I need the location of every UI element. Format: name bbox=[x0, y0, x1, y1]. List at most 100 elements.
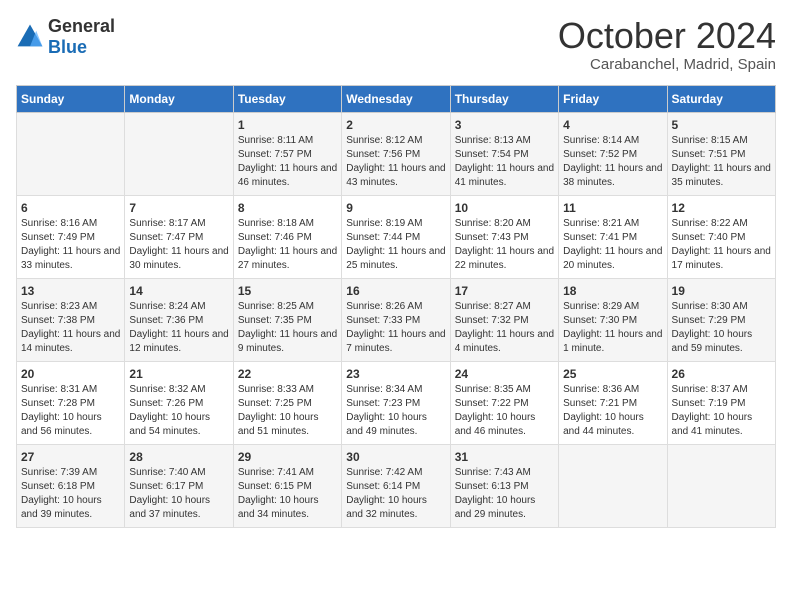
calendar-cell: 16 Sunrise: 8:26 AM Sunset: 7:33 PM Dayli… bbox=[342, 278, 450, 361]
day-number: 13 bbox=[21, 284, 120, 298]
calendar-cell bbox=[17, 112, 125, 195]
day-info: Sunrise: 8:19 AM Sunset: 7:44 PM Dayligh… bbox=[346, 217, 445, 273]
calendar-week-row: 1 Sunrise: 8:11 AM Sunset: 7:57 PM Daylig… bbox=[17, 112, 776, 195]
day-number: 1 bbox=[238, 118, 337, 132]
calendar-header: SundayMondayTuesdayWednesdayThursdayFrid… bbox=[17, 85, 776, 112]
calendar-cell: 11 Sunrise: 8:21 AM Sunset: 7:41 PM Dayli… bbox=[559, 195, 667, 278]
day-number: 9 bbox=[346, 201, 445, 215]
weekday-header: Sunday bbox=[17, 85, 125, 112]
calendar-cell bbox=[559, 444, 667, 527]
day-info: Sunrise: 8:21 AM Sunset: 7:41 PM Dayligh… bbox=[563, 217, 662, 273]
day-info: Sunrise: 7:39 AM Sunset: 6:18 PM Dayligh… bbox=[21, 466, 120, 522]
calendar-cell: 2Sunrise: 8:12 AM Sunset: 7:56 PM Daylig… bbox=[342, 112, 450, 195]
calendar-cell: 5 Sunrise: 8:15 AM Sunset: 7:51 PM Daylig… bbox=[667, 112, 775, 195]
page-header: General Blue October 2024 Carabanchel, M… bbox=[16, 16, 776, 73]
day-number: 30 bbox=[346, 450, 445, 464]
day-info: Sunrise: 8:35 AM Sunset: 7:22 PM Dayligh… bbox=[455, 383, 554, 439]
day-info: Sunrise: 8:12 AM Sunset: 7:56 PM Dayligh… bbox=[346, 134, 445, 190]
day-number: 23 bbox=[346, 367, 445, 381]
calendar-cell: 12 Sunrise: 8:22 AM Sunset: 7:40 PM Dayli… bbox=[667, 195, 775, 278]
day-number: 7 bbox=[129, 201, 228, 215]
calendar-cell: 30 Sunrise: 7:42 AM Sunset: 6:14 PM Dayli… bbox=[342, 444, 450, 527]
calendar-cell: 27 Sunrise: 7:39 AM Sunset: 6:18 PM Dayli… bbox=[17, 444, 125, 527]
weekday-header: Friday bbox=[559, 85, 667, 112]
day-number: 14 bbox=[129, 284, 228, 298]
calendar-cell: 24 Sunrise: 8:35 AM Sunset: 7:22 PM Dayli… bbox=[450, 361, 558, 444]
calendar-cell: 10Sunrise: 8:20 AM Sunset: 7:43 PM Dayli… bbox=[450, 195, 558, 278]
calendar-cell: 19Sunrise: 8:30 AM Sunset: 7:29 PM Dayli… bbox=[667, 278, 775, 361]
calendar-week-row: 6Sunrise: 8:16 AM Sunset: 7:49 PM Daylig… bbox=[17, 195, 776, 278]
day-info: Sunrise: 8:32 AM Sunset: 7:26 PM Dayligh… bbox=[129, 383, 228, 439]
calendar-week-row: 13 Sunrise: 8:23 AM Sunset: 7:38 PM Dayli… bbox=[17, 278, 776, 361]
day-info: Sunrise: 8:34 AM Sunset: 7:23 PM Dayligh… bbox=[346, 383, 445, 439]
day-info: Sunrise: 8:18 AM Sunset: 7:46 PM Dayligh… bbox=[238, 217, 337, 273]
day-number: 3 bbox=[455, 118, 554, 132]
weekday-header: Tuesday bbox=[233, 85, 341, 112]
calendar-week-row: 27 Sunrise: 7:39 AM Sunset: 6:18 PM Dayli… bbox=[17, 444, 776, 527]
day-info: Sunrise: 8:29 AM Sunset: 7:30 PM Dayligh… bbox=[563, 300, 662, 356]
day-number: 20 bbox=[21, 367, 120, 381]
day-number: 12 bbox=[672, 201, 771, 215]
day-number: 24 bbox=[455, 367, 554, 381]
day-info: Sunrise: 8:15 AM Sunset: 7:51 PM Dayligh… bbox=[672, 134, 771, 190]
day-info: Sunrise: 8:24 AM Sunset: 7:36 PM Dayligh… bbox=[129, 300, 228, 356]
day-info: Sunrise: 8:26 AM Sunset: 7:33 PM Dayligh… bbox=[346, 300, 445, 356]
day-info: Sunrise: 8:11 AM Sunset: 7:57 PM Dayligh… bbox=[238, 134, 337, 190]
day-info: Sunrise: 8:31 AM Sunset: 7:28 PM Dayligh… bbox=[21, 383, 120, 439]
day-info: Sunrise: 8:33 AM Sunset: 7:25 PM Dayligh… bbox=[238, 383, 337, 439]
calendar-cell: 25Sunrise: 8:36 AM Sunset: 7:21 PM Dayli… bbox=[559, 361, 667, 444]
day-info: Sunrise: 7:40 AM Sunset: 6:17 PM Dayligh… bbox=[129, 466, 228, 522]
logo-blue: Blue bbox=[48, 37, 87, 57]
day-number: 22 bbox=[238, 367, 337, 381]
calendar-cell: 1 Sunrise: 8:11 AM Sunset: 7:57 PM Daylig… bbox=[233, 112, 341, 195]
calendar-cell: 23 Sunrise: 8:34 AM Sunset: 7:23 PM Dayli… bbox=[342, 361, 450, 444]
day-info: Sunrise: 8:22 AM Sunset: 7:40 PM Dayligh… bbox=[672, 217, 771, 273]
day-info: Sunrise: 8:16 AM Sunset: 7:49 PM Dayligh… bbox=[21, 217, 120, 273]
logo-general: General bbox=[48, 16, 115, 36]
calendar-cell: 17 Sunrise: 8:27 AM Sunset: 7:32 PM Dayli… bbox=[450, 278, 558, 361]
day-info: Sunrise: 7:42 AM Sunset: 6:14 PM Dayligh… bbox=[346, 466, 445, 522]
day-number: 8 bbox=[238, 201, 337, 215]
day-info: Sunrise: 8:25 AM Sunset: 7:35 PM Dayligh… bbox=[238, 300, 337, 356]
day-number: 17 bbox=[455, 284, 554, 298]
calendar-cell: 18Sunrise: 8:29 AM Sunset: 7:30 PM Dayli… bbox=[559, 278, 667, 361]
calendar-cell: 26 Sunrise: 8:37 AM Sunset: 7:19 PM Dayli… bbox=[667, 361, 775, 444]
calendar-week-row: 20 Sunrise: 8:31 AM Sunset: 7:28 PM Dayli… bbox=[17, 361, 776, 444]
calendar-table: SundayMondayTuesdayWednesdayThursdayFrid… bbox=[16, 85, 776, 528]
day-info: Sunrise: 8:20 AM Sunset: 7:43 PM Dayligh… bbox=[455, 217, 554, 273]
day-number: 29 bbox=[238, 450, 337, 464]
weekday-row: SundayMondayTuesdayWednesdayThursdayFrid… bbox=[17, 85, 776, 112]
calendar-cell: 6Sunrise: 8:16 AM Sunset: 7:49 PM Daylig… bbox=[17, 195, 125, 278]
calendar-cell: 28Sunrise: 7:40 AM Sunset: 6:17 PM Dayli… bbox=[125, 444, 233, 527]
day-number: 21 bbox=[129, 367, 228, 381]
day-info: Sunrise: 8:14 AM Sunset: 7:52 PM Dayligh… bbox=[563, 134, 662, 190]
weekday-header: Thursday bbox=[450, 85, 558, 112]
calendar-cell bbox=[125, 112, 233, 195]
day-info: Sunrise: 8:23 AM Sunset: 7:38 PM Dayligh… bbox=[21, 300, 120, 356]
calendar-cell: 20 Sunrise: 8:31 AM Sunset: 7:28 PM Dayli… bbox=[17, 361, 125, 444]
day-info: Sunrise: 8:27 AM Sunset: 7:32 PM Dayligh… bbox=[455, 300, 554, 356]
month-title: October 2024 bbox=[558, 16, 776, 56]
weekday-header: Saturday bbox=[667, 85, 775, 112]
day-number: 11 bbox=[563, 201, 662, 215]
day-number: 19 bbox=[672, 284, 771, 298]
day-info: Sunrise: 8:17 AM Sunset: 7:47 PM Dayligh… bbox=[129, 217, 228, 273]
calendar-cell: 4 Sunrise: 8:14 AM Sunset: 7:52 PM Daylig… bbox=[559, 112, 667, 195]
calendar-cell: 29 Sunrise: 7:41 AM Sunset: 6:15 PM Dayli… bbox=[233, 444, 341, 527]
day-number: 15 bbox=[238, 284, 337, 298]
day-info: Sunrise: 8:37 AM Sunset: 7:19 PM Dayligh… bbox=[672, 383, 771, 439]
day-info: Sunrise: 7:41 AM Sunset: 6:15 PM Dayligh… bbox=[238, 466, 337, 522]
weekday-header: Wednesday bbox=[342, 85, 450, 112]
weekday-header: Monday bbox=[125, 85, 233, 112]
day-number: 4 bbox=[563, 118, 662, 132]
calendar-cell: 8 Sunrise: 8:18 AM Sunset: 7:46 PM Daylig… bbox=[233, 195, 341, 278]
day-number: 25 bbox=[563, 367, 662, 381]
calendar-cell: 14 Sunrise: 8:24 AM Sunset: 7:36 PM Dayli… bbox=[125, 278, 233, 361]
day-number: 16 bbox=[346, 284, 445, 298]
day-number: 26 bbox=[672, 367, 771, 381]
day-number: 5 bbox=[672, 118, 771, 132]
day-number: 27 bbox=[21, 450, 120, 464]
day-number: 31 bbox=[455, 450, 554, 464]
calendar-cell: 21 Sunrise: 8:32 AM Sunset: 7:26 PM Dayli… bbox=[125, 361, 233, 444]
calendar-cell: 15 Sunrise: 8:25 AM Sunset: 7:35 PM Dayli… bbox=[233, 278, 341, 361]
